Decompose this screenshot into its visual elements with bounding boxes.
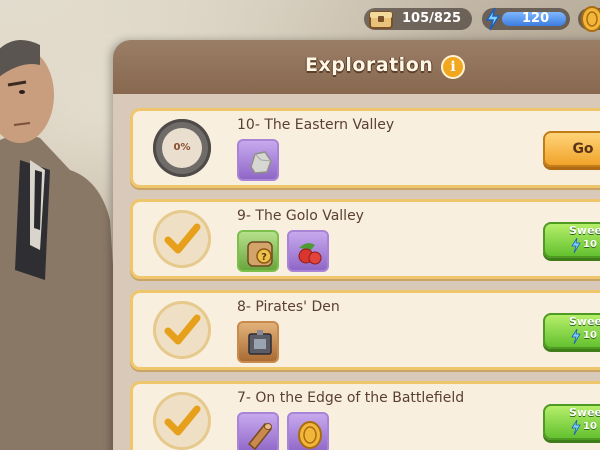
sweep-cost: 10	[583, 330, 597, 341]
machine-part-icon	[248, 330, 272, 355]
energy-counter[interactable]: 120	[482, 7, 570, 31]
reward-list	[237, 321, 279, 365]
checkmark-icon	[164, 314, 201, 345]
sweep-cost: 10	[583, 239, 597, 250]
lightning-bolt-icon	[571, 329, 581, 344]
resource-bar: 105/825 120	[364, 4, 600, 32]
sweep-label: Sweep	[569, 224, 600, 237]
panel-title: Exploration	[305, 54, 434, 76]
progress-ring: 0%	[153, 119, 211, 177]
chest-counter[interactable]: 105/825	[364, 8, 472, 30]
checkmark-icon	[164, 223, 201, 254]
reward-list: ?	[237, 230, 329, 274]
gold-coin-icon	[298, 421, 322, 449]
coin-counter[interactable]	[578, 6, 600, 32]
berries-icon	[298, 243, 322, 265]
location-card[interactable]: 9- The Golo Valley ? Sweep	[130, 199, 600, 279]
reward-item[interactable]	[237, 321, 279, 363]
location-title: 8- Pirates' Den	[237, 299, 340, 315]
reward-list	[237, 139, 279, 183]
sweep-label: Sweep	[569, 315, 600, 328]
reward-item[interactable]	[287, 412, 329, 450]
wood-log-icon	[247, 422, 273, 450]
panel-header: Exploration i	[113, 40, 600, 94]
completed-badge	[153, 392, 211, 450]
sweep-button[interactable]: Sweep 10	[543, 313, 600, 349]
mystery-barrel-icon: ?	[247, 241, 273, 267]
sweep-button[interactable]: Sweep 10	[543, 222, 600, 258]
reward-item[interactable]	[237, 139, 279, 181]
stone-icon	[250, 151, 272, 174]
sweep-label: Sweep	[569, 406, 600, 419]
reward-list	[237, 412, 329, 450]
lightning-bolt-icon	[571, 238, 581, 253]
location-card[interactable]: 7- On the Edge of the Battlefield Sweep …	[130, 381, 600, 450]
info-icon[interactable]: i	[441, 55, 465, 79]
sweep-button[interactable]: Sweep 10	[543, 404, 600, 440]
completed-badge	[153, 301, 211, 359]
gold-coin-icon	[581, 6, 600, 32]
lightning-bolt-icon	[485, 7, 501, 31]
chest-icon	[369, 11, 393, 29]
sweep-cost: 10	[583, 421, 597, 432]
svg-text:?: ?	[261, 252, 267, 263]
character-portrait	[0, 40, 125, 450]
location-title: 10- The Eastern Valley	[237, 117, 395, 133]
location-title: 9- The Golo Valley	[237, 208, 364, 224]
checkmark-icon	[164, 405, 201, 436]
reward-item[interactable]: ?	[237, 230, 279, 272]
go-button[interactable]: Go	[543, 131, 600, 167]
location-card[interactable]: 8- Pirates' Den Sweep 10	[130, 290, 600, 370]
reward-item[interactable]	[287, 230, 329, 272]
reward-item[interactable]	[237, 412, 279, 450]
completed-badge	[153, 210, 211, 268]
location-title: 7- On the Edge of the Battlefield	[237, 390, 465, 406]
energy-value: 120	[522, 11, 550, 26]
progress-value: 0%	[162, 128, 202, 168]
location-card[interactable]: 0% 10- The Eastern Valley Go	[130, 108, 600, 188]
lightning-bolt-icon	[571, 420, 581, 435]
chest-value: 105/825	[402, 11, 462, 26]
